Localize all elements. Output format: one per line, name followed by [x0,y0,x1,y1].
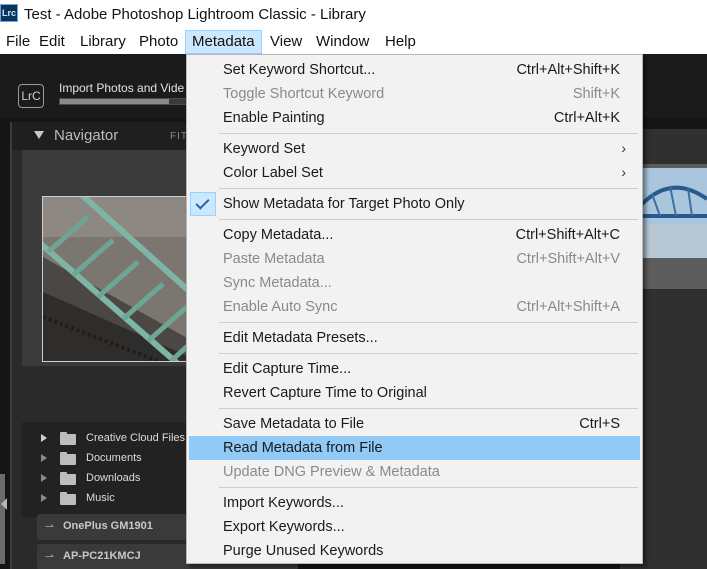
expand-triangle-icon[interactable] [41,494,47,502]
menu-separator [219,322,638,323]
menu-separator [219,487,638,488]
folder-label: Documents [86,452,142,464]
navigator-photo[interactable] [42,196,202,362]
menu-item-label: Edit Metadata Presets... [223,330,378,346]
expand-triangle-icon[interactable] [41,474,47,482]
menu-file[interactable]: File [0,30,36,54]
menu-item-label: Set Keyword Shortcut... [223,62,376,78]
menu-item-label: Save Metadata to File [223,416,365,432]
menu-item-sync-metadata: Sync Metadata... [189,271,640,295]
folder-label: Creative Cloud Files [86,432,186,444]
menu-item-edit-metadata-presets[interactable]: Edit Metadata Presets... [189,326,640,350]
panel-scrollbar[interactable] [0,474,5,564]
menu-item-show-metadata-target-only[interactable]: Show Metadata for Target Photo Only [189,192,640,216]
volume-icon: ⇀ [45,551,55,563]
menu-help[interactable]: Help [379,30,422,54]
menu-separator [219,408,638,409]
bridge-thumbnail-image [642,164,707,289]
menu-item-purge-unused-keywords[interactable]: Purge Unused Keywords [189,539,640,563]
folder-icon [60,452,76,465]
checkmark-box [190,192,216,216]
menu-item-copy-metadata[interactable]: Copy Metadata... Ctrl+Shift+Alt+C [189,223,640,247]
menu-separator [219,133,638,134]
volume-icon: ⇀ [45,521,55,533]
menu-item-label: Read Metadata from File [223,440,383,456]
folder-label: Downloads [86,472,141,484]
menu-item-paste-metadata: Paste Metadata Ctrl+Shift+Alt+V [189,247,640,271]
checkmark-icon [195,195,210,210]
menu-edit[interactable]: Edit [33,30,71,54]
lightroom-app-icon: Lrc [0,4,18,22]
menu-item-label: Color Label Set [223,165,323,181]
menu-metadata[interactable]: Metadata [185,30,262,54]
navigator-title: Navigator [54,127,119,144]
expand-triangle-icon[interactable] [41,434,47,442]
menu-separator [219,188,638,189]
menu-item-label: Edit Capture Time... [223,361,352,377]
photo-thumbnail[interactable] [642,164,707,289]
expand-triangle-icon[interactable] [41,454,47,462]
menu-item-enable-painting[interactable]: Enable Painting Ctrl+Alt+K [189,106,640,130]
menu-item-label: Show Metadata for Target Photo Only [223,196,465,212]
volume-label: AP-PC21KMCJ [63,550,141,562]
menu-item-shortcut: Ctrl+Shift+Alt+C [515,227,620,243]
menu-photo[interactable]: Photo [133,30,184,54]
menu-item-revert-capture-time[interactable]: Revert Capture Time to Original [189,381,640,405]
menu-item-label: Toggle Shortcut Keyword [223,86,385,102]
menu-item-shortcut: Ctrl+Alt+K [553,110,620,126]
folder-icon [60,472,76,485]
menu-item-shortcut: Ctrl+S [579,416,620,432]
menu-item-label: Enable Painting [223,110,325,126]
menu-item-shortcut: Ctrl+Shift+Alt+V [516,251,620,267]
menu-item-label: Export Keywords... [223,519,345,535]
import-progress-fill [60,99,169,104]
menu-item-shortcut: Ctrl+Alt+Shift+A [516,299,620,315]
menu-item-import-keywords[interactable]: Import Keywords... [189,491,640,515]
menu-item-label: Import Keywords... [223,495,344,511]
lrc-logo: LrC [18,84,44,108]
folder-icon [60,492,76,505]
menu-item-keyword-set[interactable]: Keyword Set › [189,137,640,161]
menu-bar: File Edit Library Photo Metadata View Wi… [0,30,707,54]
menu-item-label: Update DNG Preview & Metadata [223,464,440,480]
menu-separator [219,219,638,220]
menu-item-save-metadata-to-file[interactable]: Save Metadata to File Ctrl+S [189,412,640,436]
title-bar: Lrc Test - Adobe Photoshop Lightroom Cla… [0,0,707,30]
menu-item-toggle-shortcut-keyword: Toggle Shortcut Keyword Shift+K [189,82,640,106]
import-status-label: Import Photos and Vide [59,81,185,95]
submenu-chevron-icon: › [621,140,626,156]
menu-item-label: Revert Capture Time to Original [223,385,427,401]
menu-item-label: Keyword Set [223,141,306,157]
menu-separator [219,353,638,354]
menu-item-label: Sync Metadata... [223,275,332,291]
menu-item-read-metadata-from-file[interactable]: Read Metadata from File [189,436,640,460]
menu-item-label: Paste Metadata [223,251,325,267]
ladder-photo-image [43,197,201,361]
menu-item-label: Enable Auto Sync [223,299,338,315]
folder-label: Music [86,492,115,504]
submenu-chevron-icon: › [621,164,626,180]
window-title: Test - Adobe Photoshop Lightroom Classic… [24,6,366,23]
menu-window[interactable]: Window [310,30,375,54]
menu-item-set-keyword-shortcut[interactable]: Set Keyword Shortcut... Ctrl+Alt+Shift+K [189,58,640,82]
import-progress-bar [59,98,189,105]
volume-label: OnePlus GM1901 [63,520,153,532]
menu-view[interactable]: View [264,30,308,54]
menu-item-edit-capture-time[interactable]: Edit Capture Time... [189,357,640,381]
menu-item-shortcut: Shift+K [572,86,620,102]
collapse-triangle-icon[interactable] [34,131,44,139]
menu-item-enable-auto-sync: Enable Auto Sync Ctrl+Alt+Shift+A [189,295,640,319]
menu-item-shortcut: Ctrl+Alt+Shift+K [516,62,620,78]
menu-item-label: Copy Metadata... [223,227,334,243]
left-panel-toggle-icon[interactable] [1,498,7,510]
menu-item-update-dng-preview: Update DNG Preview & Metadata [189,460,640,484]
menu-item-color-label-set[interactable]: Color Label Set › [189,161,640,185]
folder-icon [60,432,76,445]
metadata-dropdown-menu: Set Keyword Shortcut... Ctrl+Alt+Shift+K… [186,54,643,564]
menu-item-label: Purge Unused Keywords [223,543,384,559]
menu-library[interactable]: Library [74,30,132,54]
menu-item-export-keywords[interactable]: Export Keywords... [189,515,640,539]
